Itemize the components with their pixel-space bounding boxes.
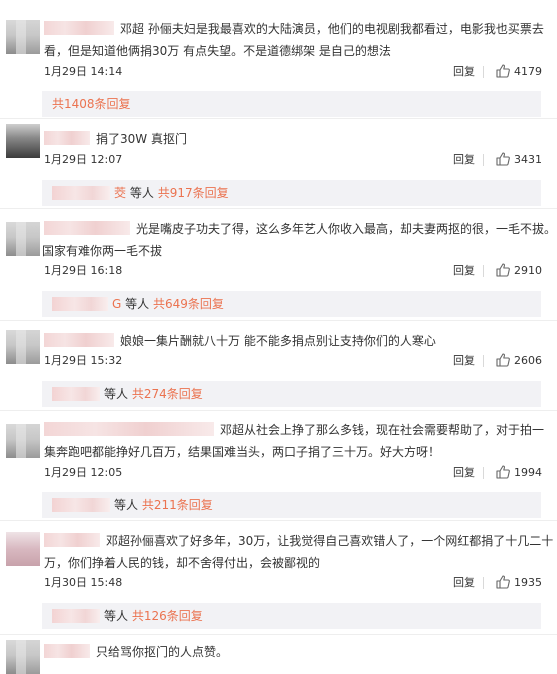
thumbs-up-icon[interactable] — [496, 152, 510, 166]
avatar[interactable] — [6, 640, 40, 674]
username-blurred[interactable] — [44, 221, 130, 235]
divider — [0, 520, 557, 521]
sub-replies-bar[interactable]: 等人 共126条回复 — [42, 603, 541, 629]
divider — [483, 265, 484, 277]
like-count: 4179 — [514, 65, 542, 78]
divider — [483, 154, 484, 166]
comment-meta: 1月29日 12:05 回复 1994 — [44, 463, 542, 483]
thumbs-up-icon[interactable] — [496, 353, 510, 367]
divider — [483, 467, 484, 479]
like-count: 1994 — [514, 466, 542, 479]
comment-text: 邓超 孙俪夫妇是我最喜欢的大陆演员，他们的电视剧我都看过，电影我也买票去 看，但… — [44, 21, 544, 58]
comment-text: 邓超孙俪喜欢了好多年，30万，让我觉得自己喜欢错人了，一个网红都捐了十几二十 万… — [44, 533, 554, 570]
comment-date: 1月29日 12:05 — [44, 466, 123, 479]
reply-button[interactable]: 回复 — [453, 150, 475, 170]
reply-button[interactable]: 回复 — [453, 573, 475, 593]
divider — [483, 66, 484, 78]
comment-text: 只给骂你抠门的人点赞。 — [44, 641, 228, 663]
divider — [483, 577, 484, 589]
thumbs-up-icon[interactable] — [496, 575, 510, 589]
username-blurred[interactable] — [44, 422, 214, 436]
avatar[interactable] — [6, 124, 40, 158]
sub-reply-user-suffix[interactable]: G — [112, 297, 121, 311]
others-label: 等人 — [129, 186, 154, 200]
others-label: 等人 — [114, 498, 139, 512]
reply-user-blurred[interactable] — [52, 186, 110, 200]
comment-date: 1月29日 12:07 — [44, 153, 123, 166]
avatar[interactable] — [6, 532, 40, 566]
sub-replies-link[interactable]: 共1408条回复 — [52, 97, 131, 111]
reply-button[interactable]: 回复 — [453, 261, 475, 281]
sub-reply-user-suffix[interactable]: 茭 — [114, 186, 126, 200]
like-count: 3431 — [514, 153, 542, 166]
reply-user-blurred[interactable] — [52, 297, 108, 311]
divider — [0, 410, 557, 411]
sub-replies-bar[interactable]: 茭 等人 共917条回复 — [42, 180, 541, 206]
username-blurred[interactable] — [44, 644, 90, 658]
reply-user-blurred[interactable] — [52, 387, 100, 401]
like-count: 2606 — [514, 354, 542, 367]
sub-replies-bar[interactable]: 共1408条回复 — [42, 91, 541, 117]
username-blurred[interactable] — [44, 533, 100, 547]
thumbs-up-icon[interactable] — [496, 465, 510, 479]
username-blurred[interactable] — [44, 21, 114, 35]
reply-user-blurred[interactable] — [52, 498, 110, 512]
sub-replies-bar[interactable]: G 等人 共649条回复 — [42, 291, 541, 317]
thumbs-up-icon[interactable] — [496, 64, 510, 78]
divider — [483, 355, 484, 367]
comment-text: 光是嘴皮子功夫了得，这么多年艺人你收入最高，却夫妻两抠的很，一毛不拔。 国家有难… — [42, 221, 557, 258]
comment-meta: 1月29日 15:32 回复 2606 — [44, 351, 542, 371]
divider — [0, 208, 557, 209]
sub-replies-bar[interactable]: 等人 共274条回复 — [42, 381, 541, 407]
reply-button[interactable]: 回复 — [453, 62, 475, 82]
others-label: 等人 — [125, 297, 150, 311]
comment-date: 1月29日 14:14 — [44, 65, 123, 78]
avatar[interactable] — [6, 20, 40, 54]
avatar[interactable] — [6, 330, 40, 364]
sub-replies-link[interactable]: 共274条回复 — [132, 387, 203, 401]
sub-replies-link[interactable]: 共649条回复 — [153, 297, 224, 311]
username-blurred[interactable] — [44, 131, 90, 145]
like-count: 1935 — [514, 576, 542, 589]
others-label: 等人 — [104, 387, 129, 401]
comment-date: 1月30日 15:48 — [44, 576, 123, 589]
comment-text: 捐了30W 真抠门 — [44, 128, 187, 150]
comment-meta: 1月29日 14:14 回复 4179 — [44, 62, 542, 82]
comment-date: 1月29日 15:32 — [44, 354, 123, 367]
avatar[interactable] — [6, 222, 40, 256]
comment-text: 邓超从社会上挣了那么多钱，现在社会需要帮助了，对于拍一 集奔跑吧都能挣好几百万，… — [44, 422, 545, 459]
divider — [0, 320, 557, 321]
reply-user-blurred[interactable] — [52, 609, 100, 623]
divider — [0, 118, 557, 119]
sub-replies-link[interactable]: 共211条回复 — [142, 498, 213, 512]
reply-button[interactable]: 回复 — [453, 463, 475, 483]
sub-replies-link[interactable]: 共917条回复 — [158, 186, 229, 200]
avatar[interactable] — [6, 424, 40, 458]
comment-meta: 1月29日 16:18 回复 2910 — [44, 261, 542, 281]
sub-replies-bar[interactable]: 等人 共211条回复 — [42, 492, 541, 518]
reply-button[interactable]: 回复 — [453, 351, 475, 371]
like-count: 2910 — [514, 264, 542, 277]
username-blurred[interactable] — [44, 333, 114, 347]
comment-meta: 1月30日 15:48 回复 1935 — [44, 573, 542, 593]
divider — [0, 634, 557, 635]
comment-date: 1月29日 16:18 — [44, 264, 123, 277]
thumbs-up-icon[interactable] — [496, 263, 510, 277]
comment-meta: 1月29日 12:07 回复 3431 — [44, 150, 542, 170]
comment-text: 娘娘一集片酬就八十万 能不能多捐点别让支持你们的人寒心 — [44, 330, 436, 352]
others-label: 等人 — [104, 609, 129, 623]
sub-replies-link[interactable]: 共126条回复 — [132, 609, 203, 623]
